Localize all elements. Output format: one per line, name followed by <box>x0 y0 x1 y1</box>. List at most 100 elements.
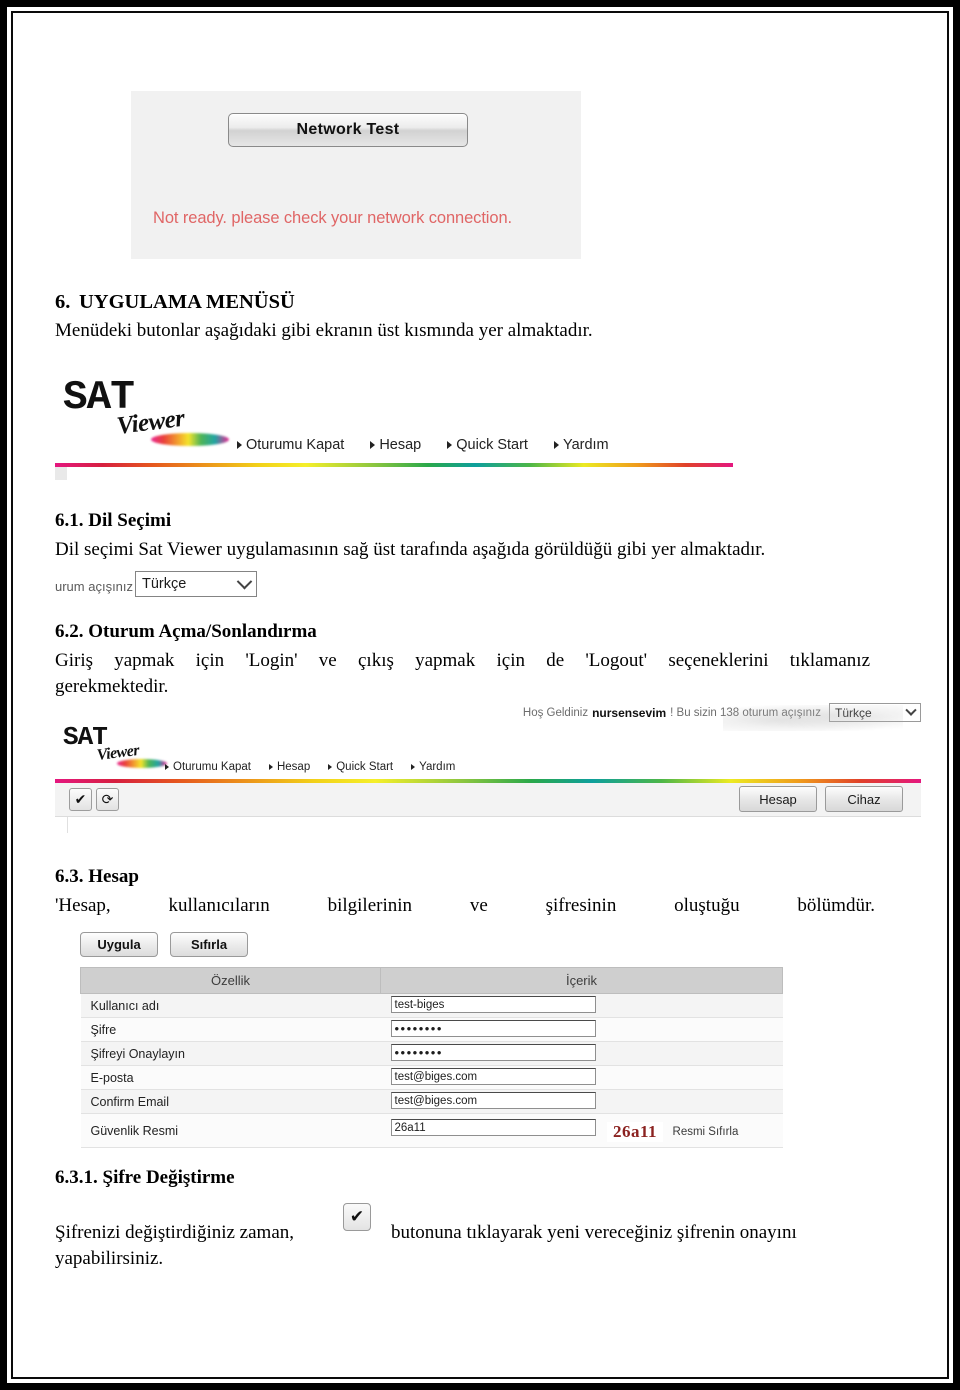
check-icon: ✔ <box>74 791 87 808</box>
table-row: Confirm Email test@biges.com <box>80 1089 783 1114</box>
sifirla-button[interactable]: Sıfırla <box>170 932 248 957</box>
section-61-heading: 6.1. Dil Seçimi <box>55 510 171 532</box>
page-frame: Network Test Not ready. please check you… <box>0 0 960 1390</box>
uygula-button[interactable]: Uygula <box>80 932 158 957</box>
chevron-down-icon <box>905 704 917 716</box>
row-value-cell: test@biges.com <box>380 1065 783 1090</box>
row-label: E-posta <box>80 1065 381 1090</box>
figure-language-select: urum açışınız Türkçe <box>55 569 260 603</box>
menu-item-oturumu-kapat[interactable]: Oturumu Kapat <box>165 761 251 773</box>
password-input[interactable]: •••••••• <box>390 1019 596 1037</box>
inline-confirm-check-button[interactable]: ✔ <box>343 1203 371 1231</box>
welcome-prefix: Hoş Geldiniz <box>522 706 589 719</box>
menu-item-oturumu-kapat[interactable]: Oturumu Kapat <box>237 437 344 453</box>
username-input[interactable]: test-biges <box>390 995 596 1013</box>
refresh-icon: ⟳ <box>101 791 114 808</box>
captcha-reset-link[interactable]: Resmi Sıfırla <box>673 1126 739 1138</box>
background-watermark <box>723 705 903 731</box>
language-prefix-text: urum açışınız <box>55 579 134 594</box>
section-6-number: 6. <box>55 291 71 313</box>
confirm-email-input[interactable]: test@biges.com <box>390 1091 596 1109</box>
row-label: Şifre <box>80 1017 381 1042</box>
hesap-button[interactable]: Hesap <box>739 786 817 812</box>
section-61-body: Dil seçimi Sat Viewer uygulamasının sağ … <box>55 539 766 560</box>
row-label: Şifreyi Onaylayın <box>80 1041 381 1066</box>
row-value-cell: test-biges <box>380 993 783 1018</box>
section-6-title: UYGULAMA MENÜSÜ <box>79 291 295 313</box>
menu-item-label: Hesap <box>276 761 311 773</box>
menu-item-yardim[interactable]: Yardım <box>411 761 455 773</box>
section-62-body-line2: gerekmektedir. <box>55 676 169 697</box>
section-62-heading: 6.2. Oturum Açma/Sonlandırma <box>55 621 317 643</box>
table-row: Güvenlik Resmi 26a11 26a11 Resmi Sıfırla <box>80 1113 783 1148</box>
language-select[interactable]: Türkçe <box>135 571 257 597</box>
menu-item-label: Quick Start <box>456 437 528 453</box>
check-icon: ✔ <box>349 1207 365 1227</box>
menu-items-list: Oturumu Kapat Hesap Quick Start Yardım <box>237 437 635 453</box>
welcome-username: nursensevim <box>592 705 667 720</box>
sat-viewer-logo-small: SAT <box>63 724 108 750</box>
cihaz-button[interactable]: Cihaz <box>825 786 903 812</box>
menu-item-yardim[interactable]: Yardım <box>553 437 609 453</box>
table-row: Kullanıcı adı test-biges <box>80 993 783 1018</box>
row-value-cell: •••••••• <box>380 1017 783 1042</box>
captcha-image: 26a11 <box>606 1122 664 1143</box>
menu-item-label: Yardım <box>562 437 609 453</box>
cihaz-button-label: Cihaz <box>847 791 881 807</box>
figure-logged-in-header: Hoş Geldiniz nursensevim ! Bu sizin 138 … <box>55 703 921 833</box>
refresh-button[interactable]: ⟳ <box>96 788 119 811</box>
page-body-strip <box>55 467 67 480</box>
chevron-right-icon <box>165 764 169 770</box>
section-62-title: Oturum Açma/Sonlandırma <box>88 621 317 642</box>
row-value-cell: 26a11 26a11 Resmi Sıfırla <box>380 1113 783 1148</box>
account-settings-table: Özellik İçerik Kullanıcı adı test-biges <box>80 967 783 1148</box>
menu-item-hesap[interactable]: Hesap <box>268 761 311 773</box>
confirm-password-input[interactable]: •••••••• <box>390 1043 596 1061</box>
rainbow-divider <box>55 463 733 467</box>
menu-items-list-small: Oturumu Kapat Hesap Quick Start Yardım <box>165 761 481 773</box>
email-input[interactable]: test@biges.com <box>390 1067 596 1085</box>
page-frame-inner: Network Test Not ready. please check you… <box>11 11 949 1379</box>
figure-account-settings: Uygula Sıfırla Özellik İçerik Kullanıcı <box>55 929 783 1151</box>
figure-network-test: Network Test Not ready. please check you… <box>131 91 581 259</box>
section-61-number: 6.1. <box>55 510 84 531</box>
table-row: E-posta test@biges.com <box>80 1065 783 1090</box>
section-62-number: 6.2. <box>55 621 84 642</box>
menu-item-label: Hesap <box>379 437 422 453</box>
chevron-right-icon <box>370 441 376 449</box>
logo-rainbow-swash <box>117 759 167 768</box>
section-63-number: 6.3. <box>55 866 84 887</box>
hesap-button-label: Hesap <box>759 791 797 807</box>
section-63-heading: 6.3. Hesap <box>55 866 139 888</box>
sifirla-button-label: Sıfırla <box>190 937 228 952</box>
apply-check-button[interactable]: ✔ <box>69 788 92 811</box>
network-test-button[interactable]: Network Test <box>228 113 468 147</box>
section-6-heading: 6. UYGULAMA MENÜSÜ <box>55 291 295 314</box>
table-header-row: Özellik İçerik <box>80 967 783 994</box>
section-63-body: 'Hesap, kullanıcıların bilgilerinin ve ş… <box>55 895 875 916</box>
column-header-property: Özellik <box>80 967 381 994</box>
row-value-cell: •••••••• <box>380 1041 783 1066</box>
section-631-body-line2: yapabilirsiniz. <box>55 1248 164 1269</box>
figure-sat-viewer-menu: SAT Viewer Oturumu Kapat Hesap Quick Sta… <box>55 375 733 480</box>
section-62-body-line1: Giriş yapmak için 'Login' ve çıkış yapma… <box>55 650 870 671</box>
section-631-title: Şifre Değiştirme <box>102 1167 235 1188</box>
table-row: Şifre •••••••• <box>80 1017 783 1042</box>
row-label: Confirm Email <box>80 1089 381 1114</box>
menu-item-quick-start[interactable]: Quick Start <box>328 761 393 773</box>
language-select-value: Türkçe <box>142 576 187 592</box>
menu-item-label: Yardım <box>419 761 456 773</box>
section-61-title: Dil Seçimi <box>88 510 172 531</box>
menu-item-hesap[interactable]: Hesap <box>370 437 421 453</box>
row-label: Kullanıcı adı <box>80 993 381 1018</box>
chevron-right-icon <box>328 764 333 770</box>
captcha-input[interactable]: 26a11 <box>390 1118 596 1136</box>
section-631-heading: 6.3.1. Şifre Değiştirme <box>55 1167 235 1189</box>
chevron-right-icon <box>268 764 273 770</box>
chevron-right-icon <box>553 441 559 449</box>
menu-item-quick-start[interactable]: Quick Start <box>447 437 528 453</box>
uygula-button-label: Uygula <box>97 937 141 952</box>
menu-item-label: Oturumu Kapat <box>173 761 251 773</box>
chevron-right-icon <box>411 764 416 770</box>
network-status-message: Not ready. please check your network con… <box>153 209 513 227</box>
